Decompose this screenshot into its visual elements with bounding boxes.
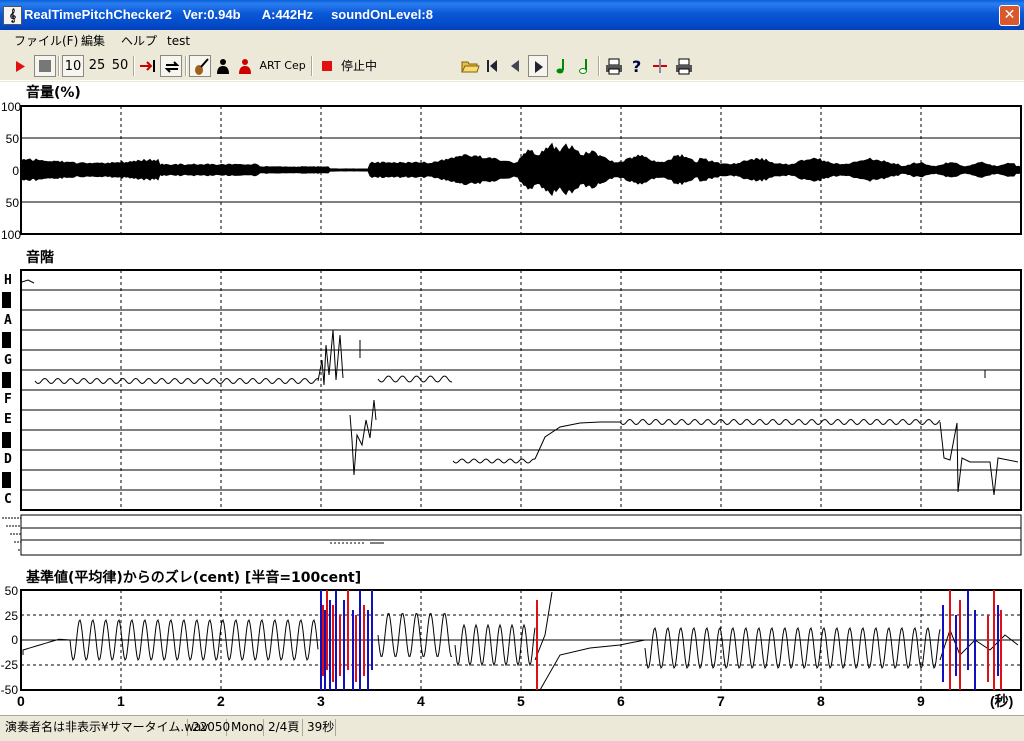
status-file: 演奏者名は非表示¥サマータイム.wav (2, 719, 208, 736)
plots-canvas (2, 105, 1022, 691)
pitch-trace (939, 421, 1019, 496)
black-key-marker (2, 292, 11, 308)
pitch-trace (349, 399, 377, 476)
volume-waveform (21, 142, 1021, 197)
status-rate: 22050 (189, 719, 230, 736)
status-channels: Mono (228, 719, 264, 736)
pitch-trace (377, 375, 452, 383)
status-bar: 演奏者名は非表示¥サマータイム.wav 22050 Mono 2/4頁 39秒 (0, 715, 1024, 741)
pitch-trace (534, 421, 620, 460)
black-key-marker (2, 332, 11, 348)
deviation-trace (377, 613, 452, 657)
deviation-trace (454, 623, 536, 667)
black-key-marker (2, 372, 11, 388)
pitch-trace (317, 329, 344, 386)
pitch-trace (21, 279, 35, 284)
black-key-marker (2, 432, 11, 448)
pitch-trace (452, 458, 536, 464)
pitch-trace (34, 377, 319, 385)
note-strip-frame (20, 514, 1022, 556)
deviation-trace (939, 628, 1019, 661)
status-duration: 39秒 (304, 719, 336, 736)
pitch-trace (619, 418, 941, 426)
deviation-trace (644, 627, 941, 669)
status-page: 2/4頁 (265, 719, 303, 736)
black-key-marker (2, 472, 11, 488)
